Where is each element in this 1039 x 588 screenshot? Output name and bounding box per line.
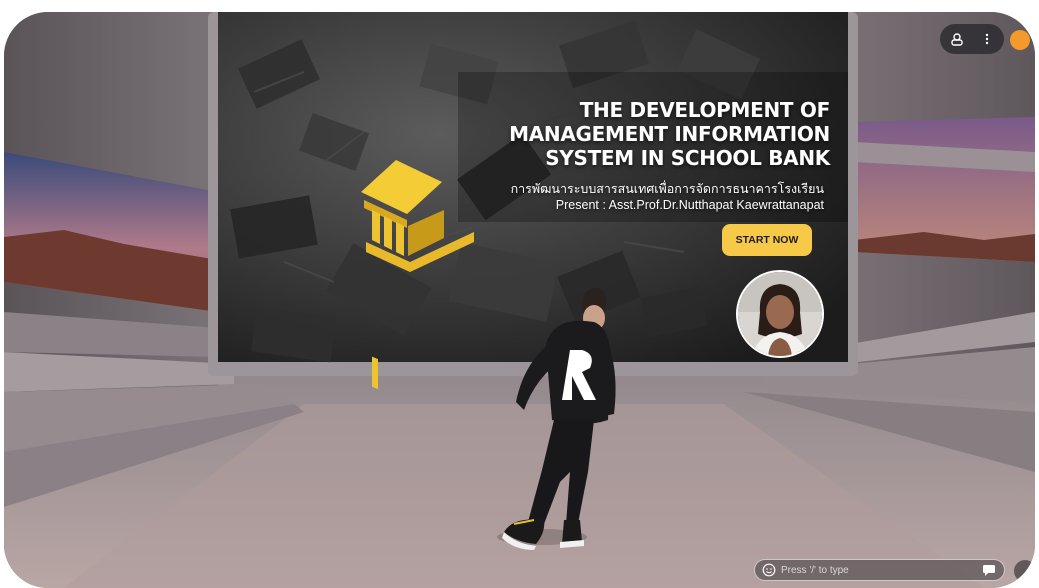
presenter-video-feed bbox=[738, 272, 822, 356]
slide-title-line-3: SYSTEM IN SCHOOL BANK bbox=[545, 146, 830, 170]
notification-dot[interactable] bbox=[1010, 30, 1030, 50]
chat-bar[interactable] bbox=[754, 559, 1005, 581]
top-toolbar bbox=[940, 24, 1004, 54]
slide-thai-subtitle: การพัฒนาระบบสารสนเทศเพื่อการจัดการธนาคาร… bbox=[510, 182, 824, 196]
slide-title: THE DEVELOPMENT OF MANAGEMENT INFORMATIO… bbox=[410, 98, 830, 170]
start-now-button[interactable]: START NOW bbox=[722, 224, 812, 256]
avatar-icon[interactable] bbox=[947, 29, 967, 49]
chat-input[interactable] bbox=[781, 561, 941, 579]
virtual-space-viewport[interactable]: THE DEVELOPMENT OF MANAGEMENT INFORMATIO… bbox=[4, 12, 1035, 588]
corner-action-button[interactable] bbox=[1014, 560, 1035, 582]
presentation-slide: THE DEVELOPMENT OF MANAGEMENT INFORMATIO… bbox=[218, 12, 848, 362]
smiley-icon[interactable] bbox=[762, 563, 776, 577]
slide-title-line-2: MANAGEMENT INFORMATION bbox=[509, 122, 830, 146]
slide-presenter: Present : Asst.Prof.Dr.Nutthapat Kaewrat… bbox=[555, 198, 824, 212]
presenter-video-bubble[interactable] bbox=[736, 270, 824, 358]
chat-send-icon[interactable] bbox=[982, 564, 996, 577]
slide-title-line-1: THE DEVELOPMENT OF bbox=[579, 98, 831, 122]
more-vertical-icon[interactable] bbox=[977, 29, 997, 49]
